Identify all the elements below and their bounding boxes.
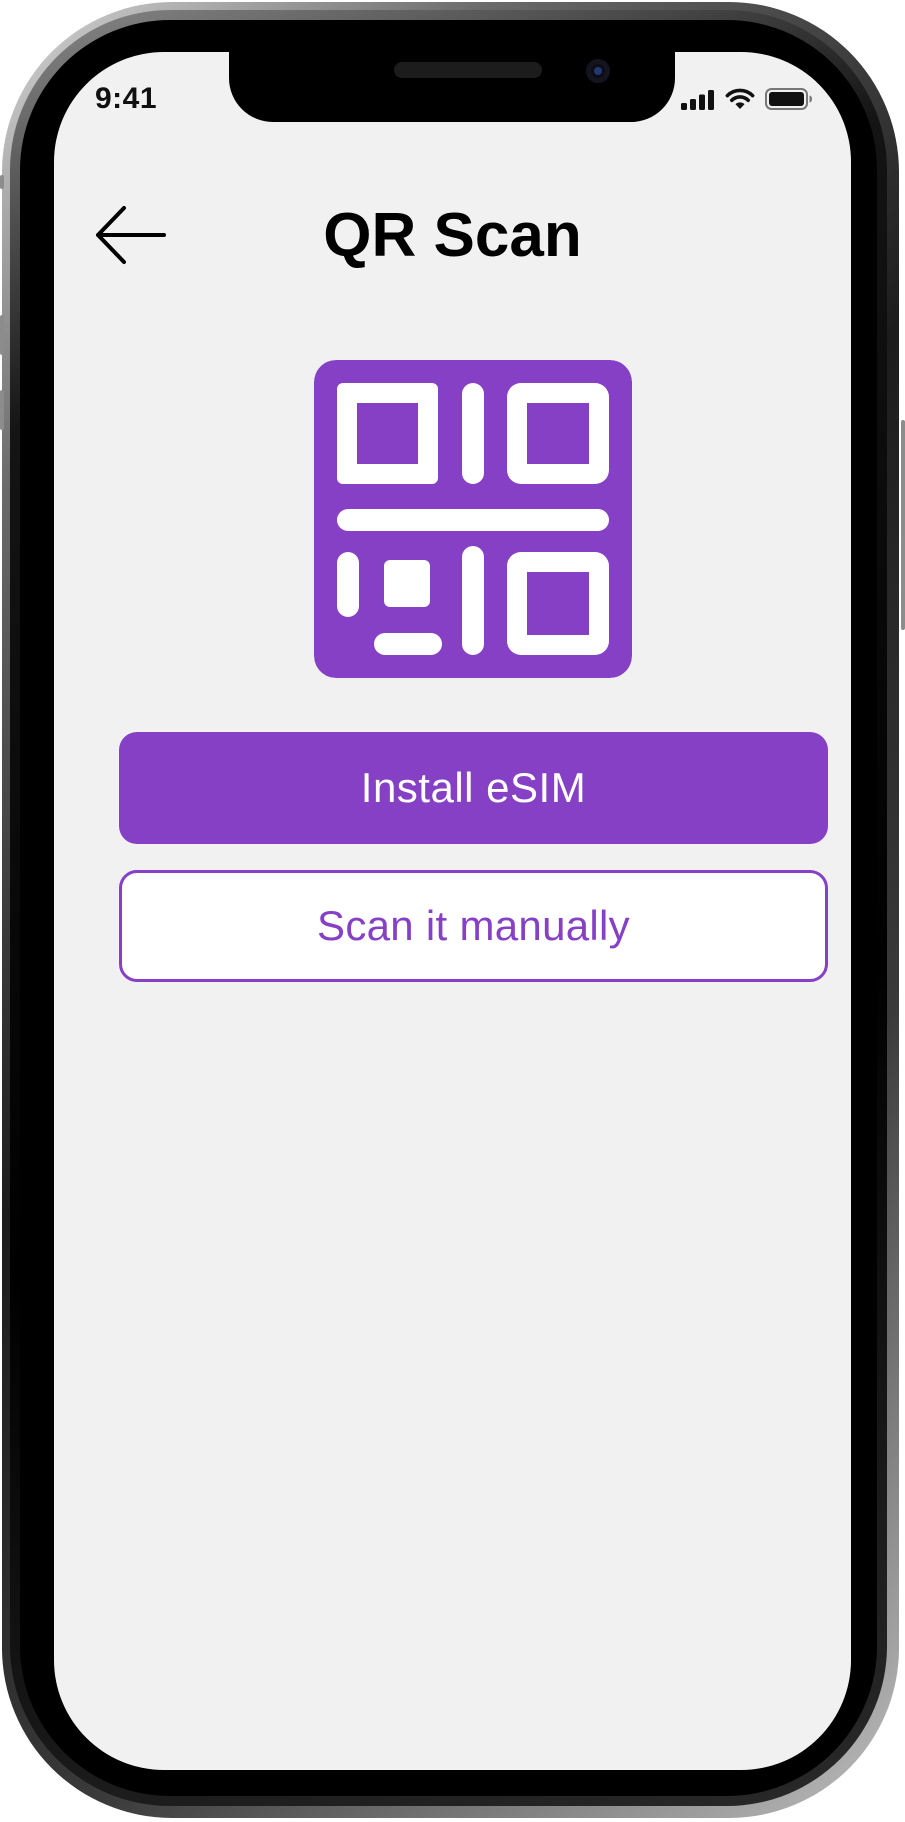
silent-switch [0, 175, 4, 189]
status-time: 9:41 [95, 82, 158, 115]
wifi-icon [725, 88, 755, 109]
scan-manually-button[interactable]: Scan it manually [119, 870, 828, 982]
cellular-signal-icon [681, 90, 714, 110]
phone-screen: 9:41 QR Scan Install eSIM Scan it manual… [54, 52, 851, 1770]
earpiece-speaker [394, 62, 542, 78]
page-title: QR Scan [323, 201, 582, 270]
volume-up-button [0, 315, 4, 355]
power-button [901, 420, 905, 630]
status-icons [681, 88, 813, 110]
front-camera [586, 59, 610, 83]
install-esim-button[interactable]: Install eSIM [119, 732, 828, 844]
volume-down-button [0, 390, 4, 430]
qr-code-icon [314, 360, 632, 678]
battery-icon [765, 88, 812, 110]
